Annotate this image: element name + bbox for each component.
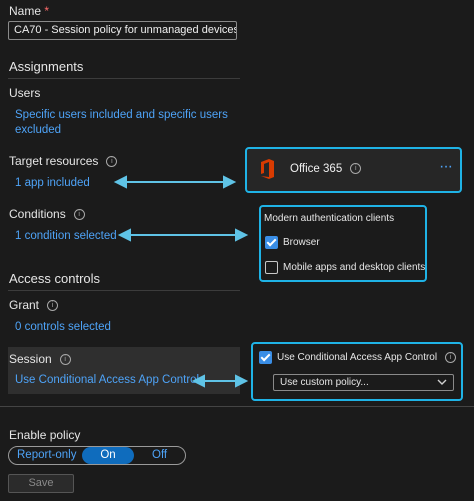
arrow-head-right [223,175,237,189]
arrow-head-left [113,175,127,189]
annotation-arrows [113,175,249,388]
arrow-head-left [117,228,131,242]
arrow-head-right [235,228,249,242]
arrow-head-right [235,374,249,388]
arrow-head-left [191,374,205,388]
